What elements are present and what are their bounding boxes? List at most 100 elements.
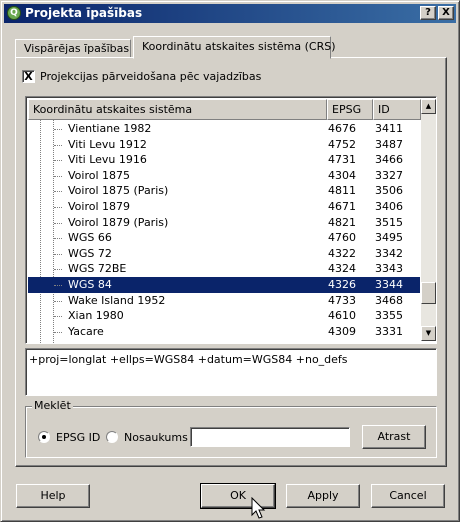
search-groupbox: Meklēt EPSG ID Nosaukums Atrast — [25, 399, 437, 458]
crs-cell-name: Voirol 1879 — [68, 200, 131, 213]
tree-branch-line — [54, 191, 62, 193]
crs-cell-id: 3487 — [375, 137, 403, 151]
scroll-thumb[interactable] — [421, 282, 436, 304]
vertical-scrollbar[interactable]: ▲ ▼ — [421, 99, 436, 341]
crs-cell-name: Xian 1980 — [68, 309, 124, 323]
cancel-button[interactable]: Cancel — [371, 484, 445, 508]
crs-row[interactable]: Wake Island 1952 4733 3468 — [28, 293, 420, 309]
crs-cell-epsg: 4752 — [328, 137, 356, 151]
crs-cell-name: Vientiane 1982 — [68, 122, 152, 135]
crs-cell-epsg: 4676 — [328, 122, 356, 135]
crs-cell-id: 3495 — [375, 231, 403, 245]
mouse-cursor-icon — [251, 497, 266, 519]
tree-branch-line — [54, 238, 62, 240]
search-legend: Meklēt — [32, 399, 73, 412]
crs-cell-epsg: 4326 — [328, 278, 356, 291]
crs-cell-id: 3355 — [375, 309, 403, 323]
crs-row[interactable]: Xian 1980 4610 3355 — [28, 308, 420, 324]
tree-branch-line — [54, 129, 62, 130]
crs-row[interactable]: Vientiane 1982 4676 3411 — [28, 121, 420, 137]
name-radio[interactable] — [106, 431, 118, 443]
crs-cell-id: 3406 — [375, 200, 403, 213]
tree-branch-line — [54, 222, 62, 224]
tree-branch-line — [54, 300, 62, 302]
tab-crs[interactable]: Koordinātu atskaites sistēma (CRS) — [133, 36, 336, 59]
tree-branch-line — [54, 285, 62, 286]
close-icon[interactable]: X — [438, 6, 454, 20]
crs-cell-name: Yacare — [68, 324, 104, 338]
crs-row[interactable]: Voirol 1879 4671 3406 — [28, 199, 420, 215]
crs-row[interactable]: Viti Levu 1916 4731 3466 — [28, 152, 420, 168]
tree-branch-line — [54, 269, 62, 271]
tree-branch-line — [54, 316, 62, 318]
title-bar[interactable]: Q Projekta īpašības ? X — [4, 4, 456, 23]
crs-row[interactable]: Yacare 4309 3331 — [28, 324, 420, 340]
crs-cell-id: 3515 — [375, 215, 403, 229]
crs-row[interactable]: WGS 66 4760 3495 — [28, 230, 420, 246]
tree-branch-line — [54, 160, 62, 162]
crs-row[interactable]: Voirol 1875 (Paris) 4811 3506 — [28, 183, 420, 199]
crs-cell-name: Viti Levu 1912 — [68, 137, 147, 151]
crs-cell-epsg: 4760 — [328, 231, 356, 245]
crs-row[interactable]: WGS 72BE 4324 3343 — [28, 261, 420, 277]
crs-cell-id: 3506 — [375, 184, 403, 198]
crs-cell-id: 3331 — [375, 324, 403, 338]
crs-cell-id: 3327 — [375, 168, 403, 182]
crs-cell-name: Voirol 1875 (Paris) — [68, 184, 169, 198]
epsg-id-label: EPSG ID — [56, 431, 101, 444]
crs-cell-epsg: 4811 — [328, 184, 356, 198]
crs-cell-id: 3411 — [375, 122, 403, 135]
crs-cell-epsg: 4304 — [328, 168, 356, 182]
crs-cell-id: 3344 — [375, 278, 403, 291]
crs-cell-id: 3468 — [375, 293, 403, 307]
radio-checked-dot — [42, 435, 46, 439]
crs-cell-name: Voirol 1879 (Paris) — [68, 215, 169, 229]
apply-button[interactable]: Apply — [286, 484, 360, 508]
crs-cell-name: WGS 72BE — [68, 262, 127, 276]
crs-row[interactable]: WGS 72 4322 3342 — [28, 246, 420, 262]
tab-general[interactable]: Vispārējas īpašības — [15, 39, 131, 58]
column-header-id[interactable]: ID — [373, 99, 421, 120]
crs-cell-name: WGS 84 — [68, 278, 112, 291]
proj-definition-box[interactable]: +proj=longlat +ellps=WGS84 +datum=WGS84 … — [25, 348, 437, 396]
crs-cell-name: Viti Levu 1916 — [68, 153, 147, 167]
crs-cell-epsg: 4324 — [328, 262, 356, 276]
crs-row[interactable]: Voirol 1879 (Paris) 4821 3515 — [28, 215, 420, 231]
tree-branch-line — [54, 144, 62, 146]
crs-row[interactable]: WGS 84 4326 3344 — [28, 277, 420, 293]
crs-cell-epsg: 4671 — [328, 200, 356, 213]
window-title: Projekta īpašības — [25, 6, 143, 20]
name-label: Nosaukums — [124, 431, 188, 444]
crs-row[interactable]: Viti Levu 1912 4752 3487 — [28, 137, 420, 153]
crs-row[interactable]: Voirol 1875 4304 3327 — [28, 168, 420, 184]
crs-cell-epsg: 4322 — [328, 246, 356, 260]
on-the-fly-checkbox[interactable]: X — [22, 70, 35, 83]
crs-cell-epsg: 4733 — [328, 293, 356, 307]
crs-cell-id: 3343 — [375, 262, 403, 276]
qgis-app-icon: Q — [7, 6, 21, 20]
tree-branch-line — [54, 331, 62, 333]
crs-cell-name: WGS 66 — [68, 231, 112, 245]
epsg-id-radio[interactable] — [38, 431, 50, 443]
crs-tree[interactable]: Koordinātu atskaites sistēma EPSG ID Vie… — [25, 96, 437, 344]
crs-cell-epsg: 4309 — [328, 324, 356, 338]
help-icon[interactable]: ? — [420, 6, 436, 20]
scroll-up-icon[interactable]: ▲ — [421, 99, 436, 114]
column-header-epsg[interactable]: EPSG — [327, 99, 373, 120]
crs-cell-name: WGS 72 — [68, 246, 112, 260]
crs-cell-id: 3342 — [375, 246, 403, 260]
find-button[interactable]: Atrast — [362, 425, 426, 449]
column-header-crs[interactable]: Koordinātu atskaites sistēma — [28, 99, 327, 120]
search-input[interactable] — [190, 427, 350, 447]
crs-cell-epsg: 4731 — [328, 153, 356, 167]
tree-branch-line — [54, 175, 62, 177]
crs-cell-epsg: 4610 — [328, 309, 356, 323]
crs-cell-name: Voirol 1875 — [68, 168, 131, 182]
project-properties-dialog: Q Projekta īpašības ? X Vispārējas īpašī… — [0, 0, 460, 522]
tree-branch-line — [54, 253, 62, 255]
on-the-fly-label: Projekcijas pārveidošana pēc vajadzības — [40, 70, 262, 83]
help-button[interactable]: Help — [16, 484, 90, 508]
scroll-down-icon[interactable]: ▼ — [421, 326, 436, 341]
crs-cell-name: Wake Island 1952 — [68, 293, 166, 307]
crs-cell-id: 3466 — [375, 153, 403, 167]
